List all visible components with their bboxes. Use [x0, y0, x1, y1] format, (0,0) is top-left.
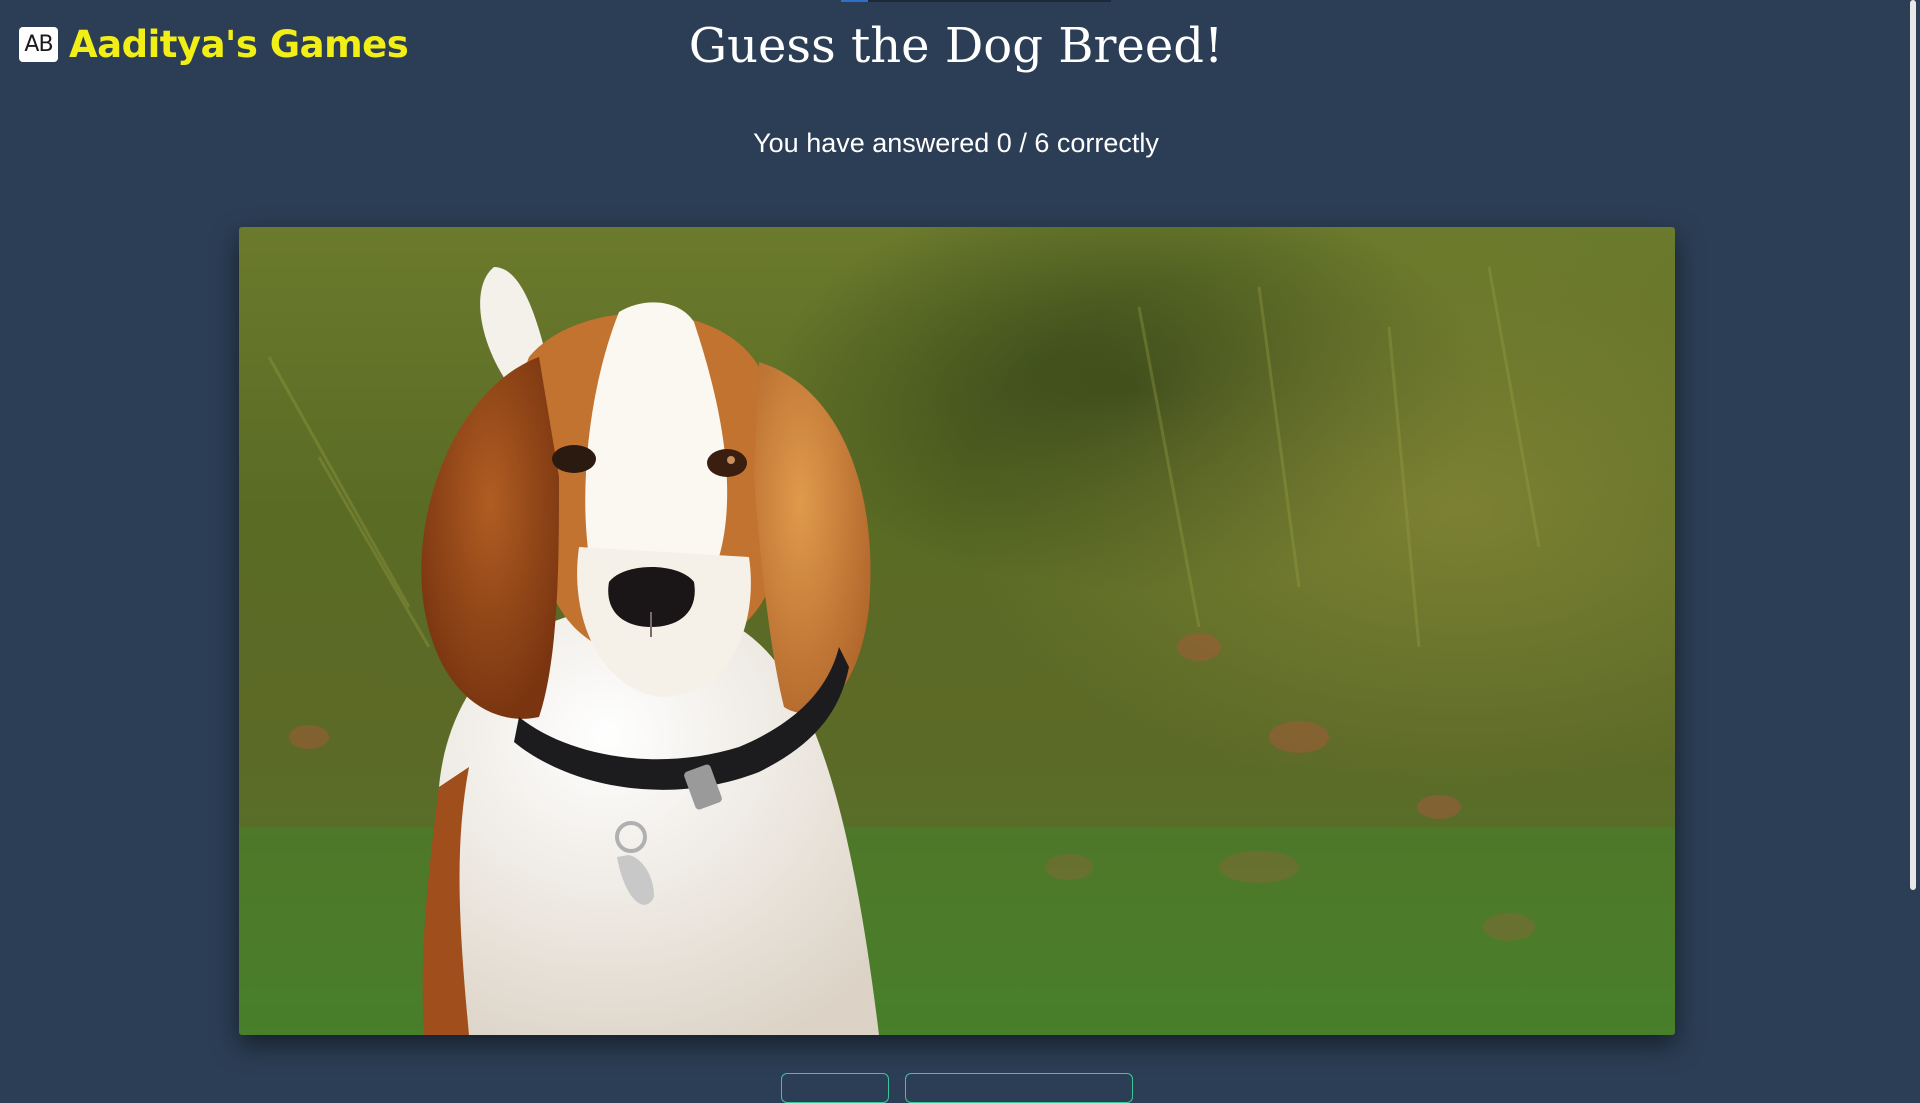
top-progress-segment — [841, 0, 868, 2]
dog-photo — [239, 227, 1675, 1035]
vertical-scrollbar[interactable] — [1906, 0, 1920, 1080]
answer-option-2-button[interactable] — [905, 1073, 1133, 1103]
top-progress-indicator — [841, 0, 1111, 2]
answer-option-1-button[interactable] — [781, 1073, 889, 1103]
scrollbar-thumb[interactable] — [1910, 0, 1916, 890]
page-title: Guess the Dog Breed! — [688, 18, 1224, 74]
score-text: You have answered 0 / 6 correctly — [753, 128, 1159, 158]
